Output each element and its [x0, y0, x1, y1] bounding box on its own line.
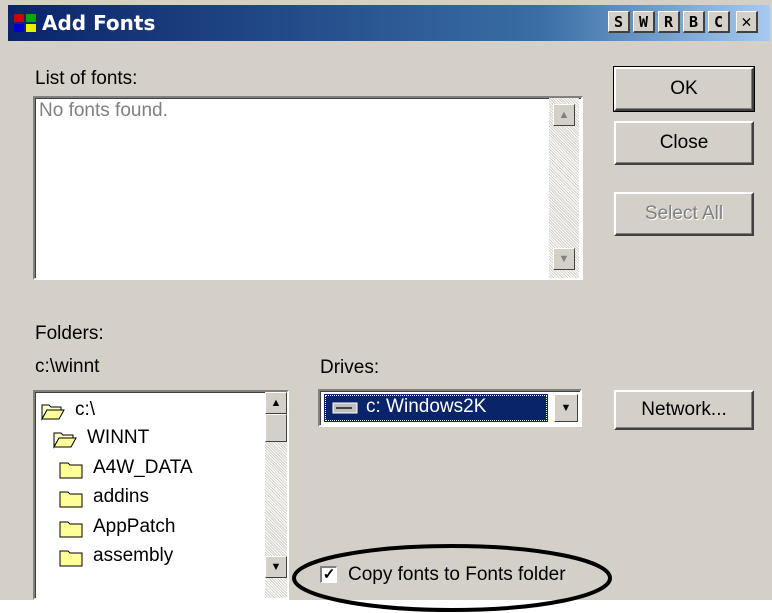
highlight-ellipse: [292, 544, 612, 612]
app-icon: [14, 14, 36, 32]
folder-icon: [59, 491, 83, 508]
folder-name: assembly: [93, 545, 174, 566]
folder-name: A4W_DATA: [93, 457, 193, 478]
drive-selection: c: Windows2K: [324, 394, 548, 422]
fonts-scrollbar[interactable]: ▲ ▼: [549, 98, 579, 278]
network-button[interactable]: Network...: [614, 390, 754, 430]
folder-name: AppPatch: [93, 516, 176, 537]
fonts-list[interactable]: No fonts found. ▲ ▼: [33, 96, 583, 280]
scroll-down-icon[interactable]: ▼: [553, 248, 575, 270]
window-title: Add Fonts: [42, 11, 156, 35]
title-button-r[interactable]: R: [658, 11, 680, 33]
folder-icon: [59, 550, 83, 567]
folder-icon: [59, 462, 83, 479]
close-button[interactable]: Close: [614, 121, 754, 165]
fonts-list-label: List of fonts:: [35, 68, 138, 89]
current-folder-path: c:\winnt: [35, 356, 100, 377]
add-fonts-dialog: Add Fonts S W R B C ✕ List of fonts: No …: [0, 0, 772, 600]
title-button-c[interactable]: C: [708, 11, 730, 33]
scroll-up-icon[interactable]: ▲: [553, 104, 575, 126]
drives-select[interactable]: c: Windows2K ▼: [318, 389, 582, 427]
drive-icon: [332, 402, 358, 414]
open-folder-icon: [53, 432, 77, 449]
scroll-up-icon[interactable]: ▲: [265, 392, 287, 414]
folders-label: Folders:: [35, 323, 104, 344]
open-folder-icon: [41, 404, 65, 421]
close-icon[interactable]: ✕: [736, 11, 758, 33]
select-all-button[interactable]: Select All: [614, 192, 754, 236]
drive-selected-value: c: Windows2K: [366, 396, 487, 417]
folders-scrollbar[interactable]: ▲ ▼: [265, 392, 287, 598]
title-button-w[interactable]: W: [633, 11, 655, 33]
folder-name: WINNT: [87, 427, 150, 448]
scroll-down-icon[interactable]: ▼: [265, 556, 287, 578]
title-button-s[interactable]: S: [608, 11, 630, 33]
folders-list[interactable]: c:\ WINNT A4W_DATA addins AppPatch assem…: [33, 390, 289, 600]
title-bar[interactable]: Add Fonts S W R B C ✕: [8, 5, 770, 41]
scroll-thumb[interactable]: [265, 414, 287, 442]
folder-name: addins: [93, 486, 149, 507]
folder-icon: [59, 521, 83, 538]
folder-name: c:\: [75, 399, 96, 420]
ok-button[interactable]: OK: [613, 66, 755, 112]
title-button-b[interactable]: B: [683, 11, 705, 33]
fonts-empty-text: No fonts found.: [39, 100, 168, 121]
drives-label: Drives:: [320, 357, 380, 378]
chevron-down-icon[interactable]: ▼: [554, 394, 578, 422]
